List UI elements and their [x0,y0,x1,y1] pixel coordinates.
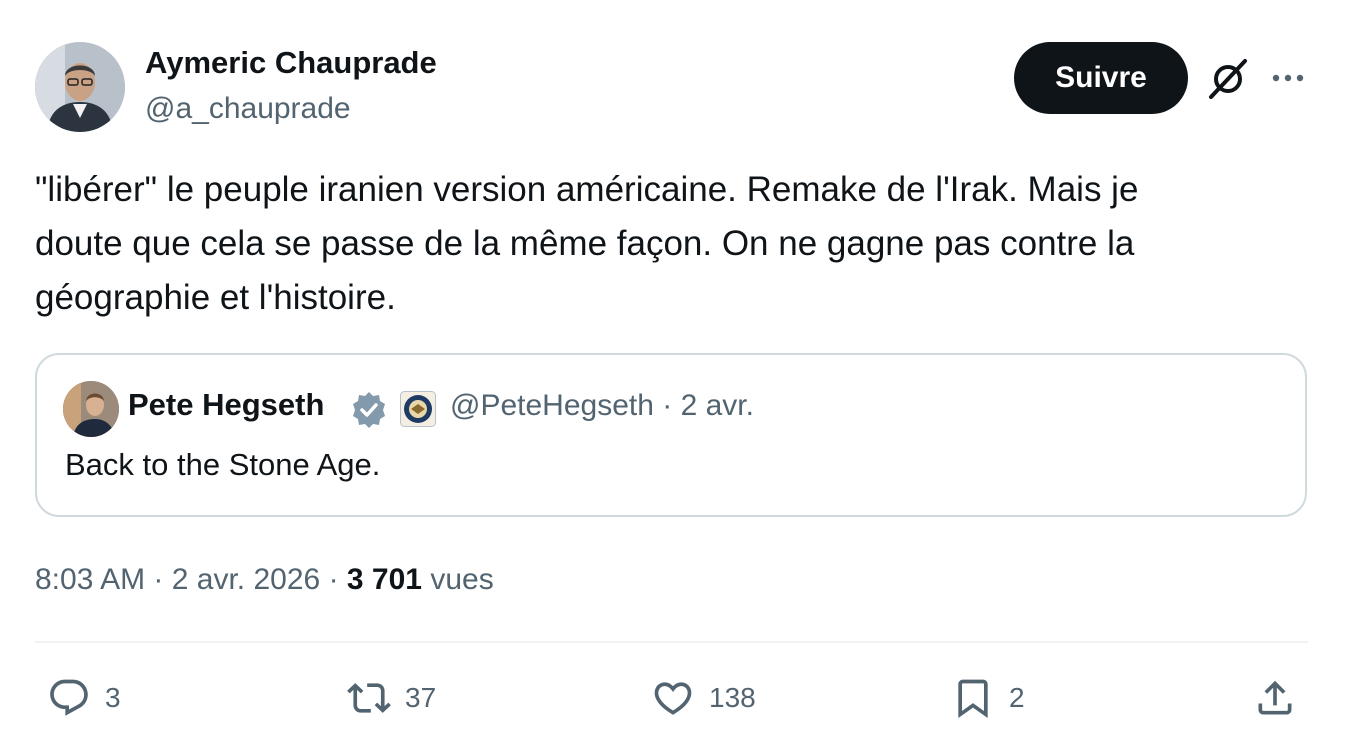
author-avatar[interactable] [35,42,125,132]
reply-button[interactable]: 3 [47,675,121,721]
quoted-tweet-card[interactable] [35,353,1307,517]
meta-separator: · [153,563,164,596]
bookmark-icon [958,679,988,719]
author-name[interactable]: Aymeric Chauprade [145,45,437,81]
grok-icon[interactable] [1205,57,1251,101]
quoted-author-avatar[interactable] [63,381,119,437]
reply-icon [50,679,88,716]
repost-icon [347,683,391,713]
quoted-tweet-text: Back to the Stone Age. [65,447,381,482]
separator-dot: · [662,389,673,422]
repost-count: 37 [405,682,437,713]
quoted-date[interactable]: 2 avr. [681,389,754,422]
verified-badge-icon [349,390,389,430]
meta-separator: · [328,563,339,596]
repost-button[interactable]: 37 [347,675,436,721]
share-button[interactable] [1253,675,1297,721]
more-icon[interactable] [1270,63,1306,93]
tweet-date[interactable]: 2 avr. 2026 [172,563,320,596]
divider [35,641,1308,643]
quoted-author-handle[interactable]: @PeteHegseth [450,389,654,422]
share-icon [1258,680,1292,715]
heart-icon [654,682,692,715]
quoted-author-name[interactable]: Pete Hegseth [128,387,324,423]
views-label: vues [430,563,494,596]
author-handle[interactable]: @a_chauprade [145,92,351,126]
bookmark-count: 2 [1009,682,1025,713]
tweet-time[interactable]: 8:03 AM [35,563,145,596]
tweet-text: "libérer" le peuple iranien version amér… [35,170,1139,317]
like-button[interactable]: 138 [651,675,756,721]
views-count: 3 701 [346,563,422,596]
follow-button[interactable]: Suivre [1014,42,1188,114]
bookmark-button[interactable]: 2 [951,675,1025,721]
quoted-handle-date: @PeteHegseth · 2 avr. [450,389,754,423]
affiliation-seal-icon[interactable] [400,391,436,427]
reply-count: 3 [105,682,121,713]
tweet-meta: 8:03 AM · 2 avr. 2026 · 3 701 vues [35,563,494,597]
like-count: 138 [709,682,756,713]
